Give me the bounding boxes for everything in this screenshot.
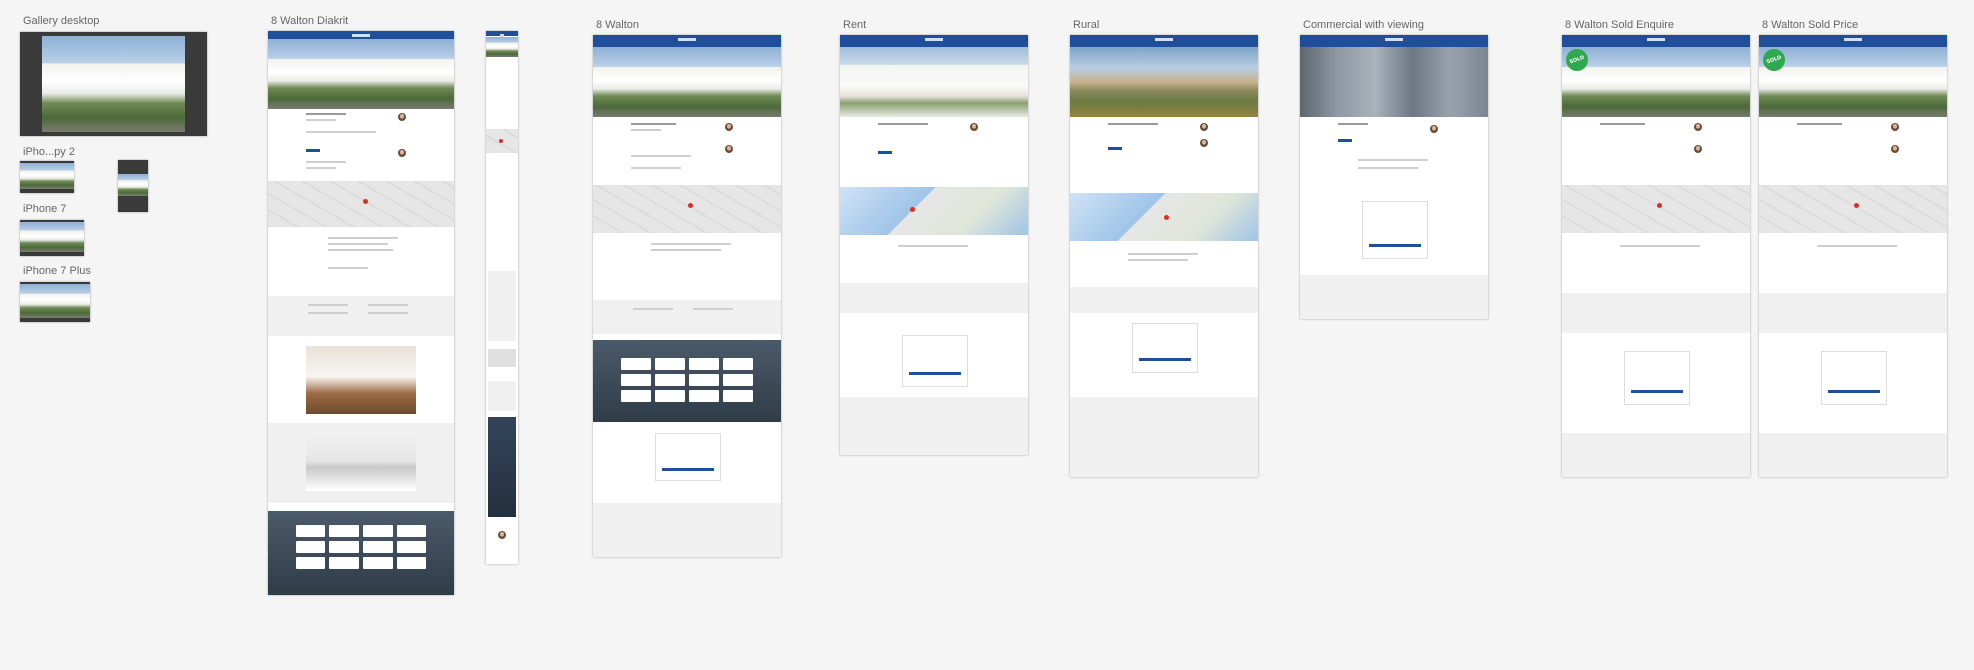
- artboard-label-sold-enquire[interactable]: 8 Walton Sold Enquire: [1565, 19, 1674, 31]
- location-map[interactable]: [1070, 193, 1258, 241]
- artboard-label-gallery-desktop[interactable]: Gallery desktop: [23, 15, 99, 27]
- house-photo: [42, 36, 185, 132]
- artboard-label-iphone-copy2[interactable]: iPho...py 2: [23, 146, 75, 158]
- enquiry-form[interactable]: [902, 335, 968, 387]
- house-photo: [593, 47, 781, 117]
- interior-photo[interactable]: [306, 346, 416, 414]
- location-map[interactable]: [1562, 185, 1750, 233]
- book-viewing-button[interactable]: [1369, 244, 1421, 247]
- house-photo: [20, 163, 74, 189]
- location-map[interactable]: [593, 185, 781, 233]
- artboard-walton[interactable]: [593, 35, 781, 557]
- enquiry-form[interactable]: [655, 433, 721, 481]
- finishes-section: [268, 423, 454, 503]
- site-header: [593, 35, 781, 47]
- site-header: [1759, 35, 1947, 47]
- partners-section: [268, 511, 454, 595]
- artboard-iphone-copy2[interactable]: [20, 161, 74, 193]
- artboard-label-rural[interactable]: Rural: [1073, 19, 1099, 31]
- location-map[interactable]: [268, 181, 454, 227]
- house-photo: [118, 174, 148, 196]
- house-photo: [1562, 47, 1750, 117]
- artboard-commercial[interactable]: [1300, 35, 1488, 319]
- artboard-iphone7[interactable]: [20, 220, 84, 256]
- site-header: [840, 35, 1028, 47]
- artboard-label-iphone7[interactable]: iPhone 7: [23, 203, 66, 215]
- location-map[interactable]: [486, 129, 518, 153]
- enquiry-form[interactable]: [1132, 323, 1198, 373]
- location-map[interactable]: [1759, 185, 1947, 233]
- artboard-iphone-portrait[interactable]: [118, 160, 148, 212]
- schools-section: [268, 296, 454, 336]
- site-header: [1070, 35, 1258, 47]
- house-photo: [20, 222, 84, 252]
- artboard-sold-enquire[interactable]: SOLD: [1562, 35, 1750, 477]
- artboard-iphone7plus[interactable]: [20, 282, 90, 322]
- artboard-walton-mobile[interactable]: [486, 31, 518, 564]
- artboard-walton-diakrit[interactable]: [268, 31, 454, 595]
- artboard-rural[interactable]: [1070, 35, 1258, 477]
- artboard-label-commercial[interactable]: Commercial with viewing: [1303, 19, 1424, 31]
- artboard-label-walton-diakrit[interactable]: 8 Walton Diakrit: [271, 15, 348, 27]
- enquiry-form[interactable]: [1624, 351, 1690, 405]
- location-map[interactable]: [840, 187, 1028, 235]
- site-header: [1300, 35, 1488, 47]
- enquire-button[interactable]: [306, 149, 320, 152]
- agent-avatar: [398, 113, 406, 121]
- house-photo: [1759, 47, 1947, 117]
- artboard-label-iphone7plus[interactable]: iPhone 7 Plus: [23, 265, 91, 277]
- artboard-label-rent[interactable]: Rent: [843, 19, 866, 31]
- house-photo: [840, 47, 1028, 117]
- house-photo: [268, 39, 454, 109]
- artboard-label-walton[interactable]: 8 Walton: [596, 19, 639, 31]
- site-header: [268, 31, 454, 39]
- map-pin-icon: [363, 199, 368, 204]
- landscape-photo: [1070, 47, 1258, 117]
- site-header: [1562, 35, 1750, 47]
- price-request-form[interactable]: [1821, 351, 1887, 405]
- artboard-label-sold-price[interactable]: 8 Walton Sold Price: [1762, 19, 1858, 31]
- kitchen-render[interactable]: [306, 431, 416, 491]
- enquire-button[interactable]: [878, 151, 892, 154]
- artboard-sold-price[interactable]: SOLD: [1759, 35, 1947, 477]
- artboard-rent[interactable]: [840, 35, 1028, 455]
- partners-section: [593, 340, 781, 422]
- submit-button[interactable]: [662, 468, 714, 471]
- artboard-gallery-desktop[interactable]: [20, 32, 207, 136]
- building-photo: [1300, 47, 1488, 117]
- agent-avatar: [398, 149, 406, 157]
- house-photo: [486, 37, 518, 57]
- listing-title: [306, 113, 346, 115]
- house-photo: [20, 284, 90, 318]
- viewing-form[interactable]: [1362, 201, 1428, 259]
